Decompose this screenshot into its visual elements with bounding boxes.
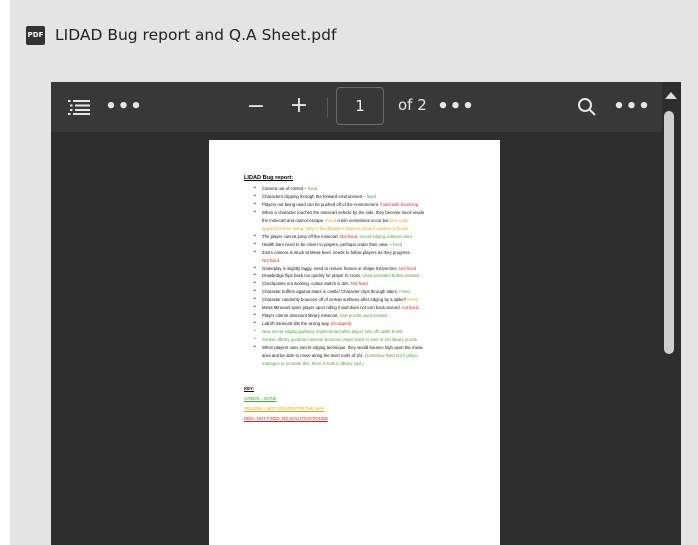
overflow-menu-icon[interactable]: •••	[613, 94, 650, 118]
list-item-text: crash sometimes occur but	[336, 217, 390, 223]
bug-list: Camera out of control – fixedCharacters …	[244, 185, 489, 368]
zoom-out-icon[interactable]: −	[244, 93, 268, 119]
key-yellow: YELLOW = NOT SOLVED FOR THE WAY	[244, 405, 325, 411]
list-item-text: secret edging solution used.	[359, 233, 413, 239]
list-item-text: (somehow fixed but if player	[364, 353, 419, 359]
toolbar-separator	[327, 97, 328, 117]
list-item-text: Health bars need to be closer to players…	[262, 241, 394, 247]
list-item-text: Camera out of control –	[262, 186, 309, 191]
list-item-text: Not fixed,	[340, 233, 359, 239]
list-item-text: (scrapped)	[330, 321, 352, 327]
list-item-continuation: area and be able to move along the level…	[254, 352, 489, 360]
more-page-options-icon[interactable]: •••	[437, 94, 474, 118]
list-item-text: Character buffers against stairs in cast…	[262, 289, 400, 295]
key-red: RED= NOT FIXED, NO SOLUTION FOUND	[244, 415, 329, 421]
list-item: New secret edging pathway implemented af…	[254, 328, 489, 336]
outline-list-icon[interactable]	[66, 96, 92, 118]
list-item-text: Player cannot dismount library minecart,	[262, 313, 340, 319]
file-name: LIDAD Bug report and Q.A Sheet.pdf	[55, 26, 337, 44]
page-total-label: of 2	[398, 96, 427, 114]
list-item-text: new puzzle used instead.	[339, 313, 389, 319]
search-icon[interactable]	[575, 95, 599, 119]
list-item: Gameplay is slightly laggy, need to redu…	[254, 265, 489, 273]
list-item: Character buffers against stairs in cast…	[254, 288, 489, 296]
page-number-input[interactable]: 1	[336, 87, 384, 125]
list-item: When players uses secret edging techniqu…	[254, 344, 489, 352]
list-item-continuation: manages to recreate this, there is hole …	[254, 360, 489, 368]
list-item-text: area and be able to move along the level…	[262, 353, 365, 359]
list-item: Players not being used can be pushed off…	[254, 201, 489, 209]
list-item: When a character touches the minecart ve…	[254, 209, 489, 217]
scrollbar-thumb[interactable]	[664, 111, 674, 354]
list-item-continuation: applied for time being. Way to fixed/pla…	[254, 225, 489, 233]
list-item-text: The player cannot jump off the minecart.	[262, 233, 341, 239]
more-options-icon[interactable]: •••	[105, 94, 142, 118]
list-item-text: Fixed.	[399, 289, 411, 295]
list-item: Drawbridge flips back too quickly for pl…	[254, 272, 489, 280]
list-item-text: the minecart and cannot escape.	[262, 217, 326, 223]
list-item: Sunken library gondola minecart bounces …	[254, 336, 489, 344]
list-item-text: fixed	[393, 241, 403, 247]
list-item-text: Zoom camera is stuck at Mesa level, need…	[262, 249, 411, 255]
list-item: Zoom camera is stuck at Mesa level, need…	[254, 249, 489, 257]
list-item-text: Used activated button instead.	[362, 273, 421, 279]
list-item-text: applied for time being. Way to fixed/pla…	[262, 225, 409, 231]
list-item-text: Not fixed	[399, 265, 416, 271]
list-item-text: manages to recreate this, there is hole …	[262, 360, 364, 366]
list-item-continuation: the minecart and cannot escape. Fixed cr…	[254, 217, 489, 225]
list-item-text: Fixed with bouncing.	[380, 201, 420, 207]
list-item: Camera out of control – fixed	[254, 185, 489, 193]
list-item-text: fixed	[308, 186, 318, 191]
list-item-text: Characters clipping through the forward …	[262, 193, 367, 199]
left-edge-strip	[0, 0, 10, 545]
list-item: Player cannot dismount library minecart,…	[254, 312, 489, 320]
list-item-text: Checkpoints not working, colour switch i…	[262, 281, 351, 287]
list-item-text: Lab lift minecart tilts the wrong way.	[262, 321, 331, 327]
list-item-text: New secret edging pathway implemented af…	[262, 329, 404, 335]
color-key: KEY: GREEN = DONE YELLOW = NOT SOLVED FO…	[244, 386, 489, 421]
list-item: Characters clipping through the forward …	[254, 193, 489, 201]
pdf-page: LIDAD Bug report: Camera out of control …	[209, 140, 500, 545]
list-item: Character randomly bounces off of certai…	[254, 296, 489, 304]
scroll-up-icon[interactable]	[665, 92, 677, 99]
list-item-text: new route	[389, 217, 409, 223]
document-title: LIDAD Bug report:	[244, 175, 294, 181]
document-content: LIDAD Bug report: Camera out of control …	[244, 175, 489, 426]
list-item-text: Character randomly bounces off of certai…	[262, 297, 408, 303]
key-title: KEY:	[244, 385, 254, 391]
list-item-text: Mesa Minecart spins player upon riding i…	[262, 305, 402, 311]
list-item-text: Drawbridge flips back too quickly for pl…	[262, 273, 363, 279]
list-item: The player cannot jump off the minecart.…	[254, 233, 489, 241]
file-header: PDF LIDAD Bug report and Q.A Sheet.pdf	[26, 24, 336, 46]
list-item-text: Fixed	[325, 217, 337, 223]
pdf-toolbar: ••• − + 1 of 2 ••• •••	[51, 82, 681, 132]
list-item: Checkpoints not working, colour switch i…	[254, 280, 489, 288]
list-item: Health bars need to be closer to players…	[254, 241, 489, 249]
list-item-text: When a character touches the minecart ve…	[262, 209, 425, 215]
list-item-text: Gameplay is slightly laggy, need to redu…	[262, 265, 400, 271]
pdf-file-icon: PDF	[26, 25, 45, 45]
list-item-text: Not fixed.	[350, 281, 369, 287]
list-item: Mesa Minecart spins player upon riding i…	[254, 304, 489, 312]
list-item-text: Not fixed	[262, 257, 279, 263]
list-item-text: When players uses secret edging techniqu…	[262, 345, 423, 351]
zoom-in-icon[interactable]: +	[287, 92, 311, 118]
list-item-text: Fixed	[407, 297, 418, 303]
list-item-continuation: Not fixed	[254, 257, 489, 265]
list-item-text: Sunken library gondola minecart bounces …	[262, 337, 419, 343]
list-item-text: fixed	[366, 193, 376, 199]
list-item-text: not fixed.	[401, 305, 420, 311]
list-item: Lab lift minecart tilts the wrong way. (…	[254, 320, 489, 328]
key-green: GREEN = DONE	[244, 395, 277, 401]
list-item-text: Players not being used can be pushed off…	[262, 201, 381, 207]
